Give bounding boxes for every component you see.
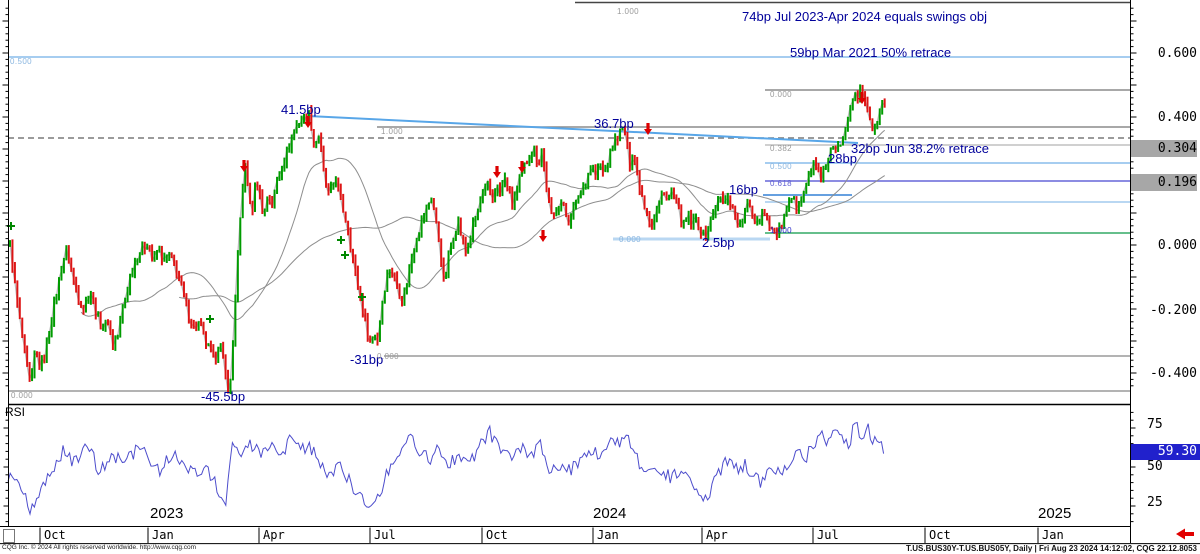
footer-copyright: CQG Inc. © 2024 All rights reserved worl… bbox=[2, 545, 196, 552]
price-axis-label: 0.304 bbox=[1131, 140, 1197, 157]
x-axis-month-label: Oct bbox=[929, 529, 951, 541]
x-axis-month-label: Apr bbox=[706, 529, 728, 541]
x-axis-year-label: 2025 bbox=[1038, 506, 1071, 521]
annotation-label: 16bp bbox=[729, 183, 758, 196]
fib-level-label: 0.382 bbox=[770, 145, 792, 153]
annotation-label: 41.5bp bbox=[281, 103, 321, 116]
fib-level-label: 0.500 bbox=[10, 58, 32, 66]
annotation-label: 28bp bbox=[828, 152, 857, 165]
annotation-label: 32bp Jun 38.2% retrace bbox=[851, 142, 989, 155]
price-axis-label: 0.000 bbox=[1131, 237, 1197, 254]
x-axis-month-label: Jul bbox=[374, 529, 396, 541]
x-axis-year-label: 2023 bbox=[150, 506, 183, 521]
x-axis-month-label: Jan bbox=[597, 529, 619, 541]
rsi-axis-label: 75 bbox=[1147, 418, 1163, 431]
annotation-label: 36.7bp bbox=[594, 117, 634, 130]
fib-level-label: 0.618 bbox=[770, 180, 792, 188]
x-axis-month-label: Jan bbox=[1042, 529, 1064, 541]
x-axis-month-label: Oct bbox=[486, 529, 508, 541]
annotation-label: 74bp Jul 2023-Apr 2024 equals swings obj bbox=[742, 10, 987, 23]
rsi-line bbox=[8, 423, 884, 515]
moving-average-line bbox=[81, 130, 885, 319]
fib-level-label: 1.000 bbox=[770, 227, 792, 235]
scroll-left-arrow-icon bbox=[1176, 529, 1194, 540]
fib-level-label: 0.000 bbox=[11, 392, 33, 400]
fib-level-label: 0.000 bbox=[619, 236, 641, 244]
fib-level-label: 0.500 bbox=[770, 163, 792, 171]
price-axis-label: 0.400 bbox=[1131, 109, 1197, 126]
x-axis-year-label: 2024 bbox=[593, 506, 626, 521]
close-line bbox=[10, 89, 885, 392]
rsi-study-label: RSI bbox=[5, 406, 25, 418]
fib-level-label: 1.000 bbox=[381, 128, 403, 136]
fib-level-label: 1.000 bbox=[617, 8, 639, 16]
sell-arrow-icon bbox=[493, 166, 501, 178]
price-axis-label: 0.196 bbox=[1131, 174, 1197, 191]
fib-level-label: 0.000 bbox=[770, 91, 792, 99]
x-axis-month-label: Jul bbox=[817, 529, 839, 541]
annotation-label: -45.5bp bbox=[201, 390, 245, 403]
sell-arrow-icon bbox=[539, 230, 547, 242]
rsi-axis-label: 50 bbox=[1147, 460, 1163, 473]
x-axis-month-label: Apr bbox=[263, 529, 285, 541]
annotation-label: 59bp Mar 2021 50% retrace bbox=[790, 46, 951, 59]
fib-level-label: 0.000 bbox=[377, 353, 399, 361]
footer-bar: CQG Inc. © 2024 All rights reserved worl… bbox=[0, 544, 1200, 554]
x-axis-month-label: Jan bbox=[152, 529, 174, 541]
chart-canvas[interactable] bbox=[0, 0, 1200, 554]
price-axis-label: -0.200 bbox=[1131, 302, 1197, 319]
price-axis-label: 0.600 bbox=[1131, 45, 1197, 62]
x-axis-checkbox[interactable] bbox=[3, 529, 15, 543]
x-axis-month-label: Oct bbox=[44, 529, 66, 541]
annotation-label: 2.5bp bbox=[702, 236, 735, 249]
rsi-axis-label: 25 bbox=[1147, 496, 1163, 509]
footer-symbol-status: T.US.BUS30Y-T.US.BUS05Y, Daily | Fri Aug… bbox=[906, 545, 1197, 553]
price-axis-label: -0.400 bbox=[1131, 365, 1197, 382]
rsi-value-badge: 59.30 bbox=[1131, 444, 1200, 460]
cqg-chart-window: 74bp Jul 2023-Apr 2024 equals swings obj… bbox=[0, 0, 1200, 554]
